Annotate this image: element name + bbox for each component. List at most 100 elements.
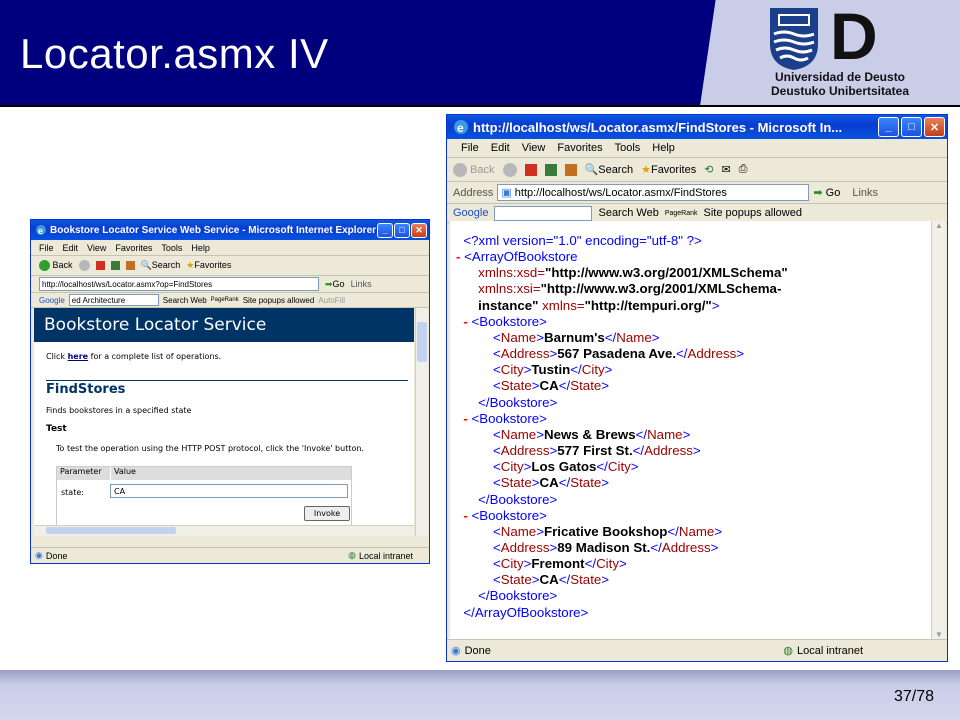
minimize-button[interactable]: _ [878, 117, 899, 137]
xml-line-city: <City>Fremont</City> [492, 556, 627, 572]
page-number: 37/78 [893, 688, 934, 705]
google-logo: Google [453, 207, 489, 219]
refresh-icon[interactable] [544, 163, 557, 176]
ie-icon: e [453, 119, 469, 135]
menu-view[interactable]: View [522, 142, 546, 154]
horizontal-scroll-thumb[interactable] [46, 527, 176, 534]
close-button[interactable]: ✕ [411, 222, 427, 238]
bookstore-address: 577 First St. [557, 443, 633, 459]
google-search-input[interactable] [494, 205, 593, 221]
links-button[interactable]: Links [351, 279, 372, 289]
xml-bookstore-close: </Bookstore> [478, 491, 558, 507]
menu-file[interactable]: File [39, 243, 54, 253]
go-button[interactable]: ➡Go [325, 279, 345, 290]
popups-button[interactable]: Site popups allowed [243, 296, 315, 305]
menu-help[interactable]: Help [191, 243, 210, 253]
left-vertical-scroll-thumb[interactable] [417, 322, 427, 362]
left-vertical-scrollbar[interactable] [415, 308, 428, 536]
bookstore-name: News & Brews [543, 426, 636, 442]
close-button[interactable]: ✕ [924, 117, 945, 137]
right-window-titlebar[interactable]: e http://localhost/ws/Locator.asmx/FindS… [447, 115, 947, 139]
collapse-toggle[interactable]: - [456, 249, 464, 264]
back-button[interactable]: Back [39, 260, 73, 272]
page-done-icon: ◉ [35, 550, 43, 560]
go-button[interactable]: ➡ Go [813, 186, 840, 199]
search-icon: 🔍 [584, 164, 599, 176]
popups-button[interactable]: Site popups allowed [704, 207, 802, 219]
collapse-toggle[interactable]: - [463, 411, 471, 426]
forward-arrow-icon[interactable] [78, 260, 90, 271]
state-input[interactable]: CA [110, 484, 348, 498]
collapse-toggle[interactable]: - [463, 314, 471, 329]
xml-line-decl: <?xml version="1.0" encoding="utf-8" ?> [456, 233, 788, 249]
stop-icon[interactable] [524, 163, 537, 176]
xml-line-name: <Name>Barnum's</Name> [492, 329, 660, 345]
print-icon[interactable]: ⎙ [739, 163, 748, 176]
go-arrow-icon: ➡ [813, 187, 823, 199]
menu-file[interactable]: File [461, 142, 479, 154]
pagerank-button[interactable]: PageRank [665, 210, 698, 217]
search-button[interactable]: 🔍Search [141, 260, 181, 271]
minimize-button[interactable]: _ [377, 222, 393, 238]
collapse-toggle[interactable]: - [463, 508, 471, 523]
favorites-button[interactable]: ★Favorites [641, 163, 696, 176]
left-browser-window: e Bookstore Locator Service Web Service … [30, 219, 430, 564]
autofill-button[interactable]: AutoFill [318, 296, 345, 305]
left-window-titlebar[interactable]: e Bookstore Locator Service Web Service … [31, 220, 429, 240]
xml-bookstore-open: - <Bookstore> [463, 313, 547, 329]
address-label: Address [453, 186, 494, 199]
xml-line-city: <City>Tustin</City> [492, 362, 613, 378]
click-prefix: Click [46, 352, 68, 361]
back-arrow-icon [39, 260, 50, 272]
right-address-input[interactable]: ▣ http://localhost/ws/Locator.asmx/FindS… [497, 184, 810, 201]
page-done-icon: ◉ [451, 645, 461, 657]
favorites-label: Favorites [650, 164, 697, 176]
stop-icon[interactable] [95, 261, 105, 270]
google-logo: Google [39, 295, 65, 305]
search-web-button[interactable]: Search Web [163, 296, 207, 305]
menu-tools[interactable]: Tools [615, 142, 641, 154]
search-web-button[interactable]: Search Web [598, 207, 658, 219]
maximize-button[interactable]: □ [901, 117, 922, 137]
maximize-button[interactable]: □ [394, 222, 410, 238]
xml-line-state: <State>CA</State> [492, 475, 610, 491]
invoke-button[interactable]: Invoke [304, 506, 350, 521]
left-address-text: http://localhost/ws/Locator.asmx?op=Find… [42, 279, 213, 289]
xml-line-ns2: xmlns:xsi="http://www.w3.org/2001/XMLSch… [478, 281, 782, 297]
ie-icon: e [35, 224, 47, 236]
menu-edit[interactable]: Edit [63, 243, 79, 253]
xml-bookstore-open: - <Bookstore> [463, 410, 547, 426]
operations-link[interactable]: here [68, 352, 89, 361]
left-status-zone: Local intranet [359, 550, 414, 561]
pagerank-button[interactable]: PageRank [211, 297, 239, 303]
forward-arrow-icon[interactable] [502, 162, 517, 177]
slide-header: Locator.asmx IV D Universidad de Deusto … [0, 0, 960, 106]
menu-favorites[interactable]: Favorites [115, 243, 152, 253]
left-address-input[interactable]: http://localhost/ws/Locator.asmx?op=Find… [39, 277, 319, 291]
intranet-icon: ◍ [348, 550, 356, 560]
favorites-button[interactable]: ★Favorites [186, 260, 231, 271]
scroll-up-arrow-icon[interactable]: ▲ [932, 221, 946, 230]
go-arrow-icon: ➡ [325, 278, 333, 289]
bookstore-name: Barnum's [543, 329, 605, 345]
home-icon[interactable] [564, 163, 577, 176]
history-icon[interactable]: ⟲ [704, 163, 713, 176]
back-button[interactable]: Back [453, 162, 495, 177]
right-vertical-scrollbar[interactable]: ▲ ▼ [931, 221, 946, 639]
menu-help[interactable]: Help [652, 142, 675, 154]
right-status-done: Done [464, 644, 491, 657]
links-button[interactable]: Links [852, 187, 878, 199]
horizontal-scrollbar[interactable] [34, 525, 414, 536]
menu-view[interactable]: View [87, 243, 106, 253]
svg-text:e: e [38, 226, 43, 236]
menu-favorites[interactable]: Favorites [557, 142, 602, 154]
scroll-down-arrow-icon[interactable]: ▼ [932, 630, 946, 639]
menu-tools[interactable]: Tools [161, 243, 182, 253]
home-icon[interactable] [125, 261, 135, 270]
right-menubar: File Edit View Favorites Tools Help [447, 139, 947, 158]
search-button[interactable]: 🔍Search [585, 163, 634, 176]
menu-edit[interactable]: Edit [491, 142, 510, 154]
google-search-input[interactable]: ed Architecture [68, 294, 159, 306]
mail-icon[interactable]: ✉ [721, 163, 730, 176]
refresh-icon[interactable] [110, 261, 120, 270]
